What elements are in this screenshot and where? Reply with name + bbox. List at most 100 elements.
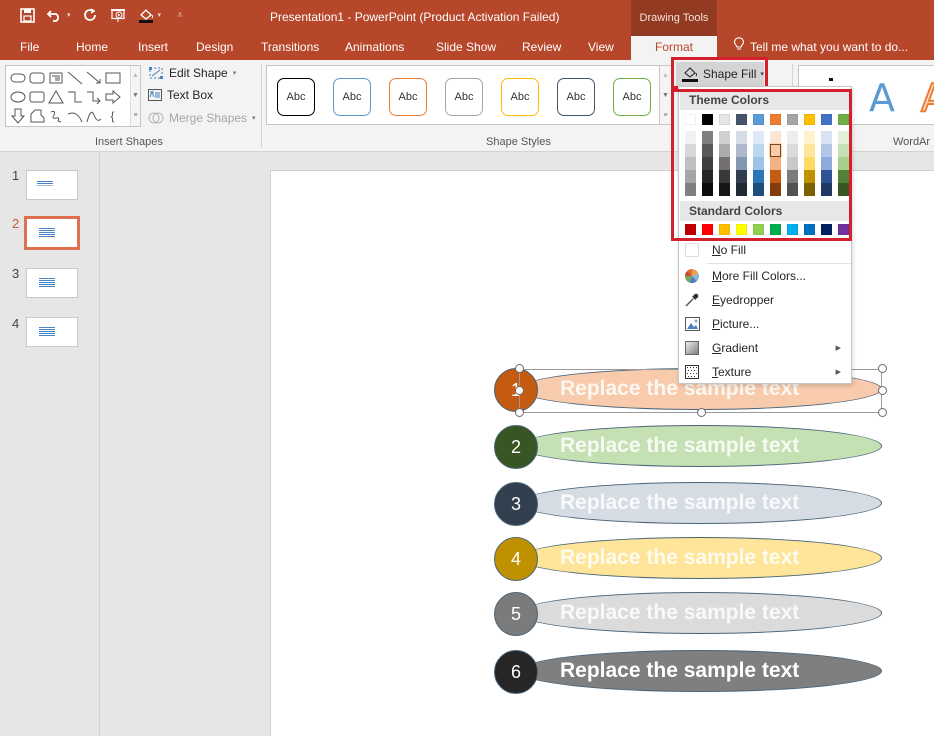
shape-brace-icon[interactable]: { (103, 106, 122, 125)
shape-oval-icon[interactable] (8, 87, 27, 106)
number-circle[interactable]: 6 (494, 650, 538, 694)
slide-thumbnail-2[interactable] (24, 216, 80, 250)
slideshow-from-beginning-icon[interactable] (109, 6, 127, 24)
text-box-button[interactable]: Text Box (148, 88, 213, 102)
shape-right-arrow-icon[interactable] (103, 87, 122, 106)
wordart-style-blue[interactable]: A (869, 76, 895, 120)
menu-item-picture[interactable]: Picture... (679, 312, 851, 336)
shape-fill-dropdown-icon[interactable]: ▾ (158, 11, 162, 19)
menu-item-texture[interactable]: Texture ▶ (679, 360, 851, 384)
tab-slide-show[interactable]: Slide Show (436, 36, 496, 60)
shape-line-icon[interactable] (65, 68, 84, 87)
shape-elbow-arrow-icon[interactable] (84, 87, 103, 106)
gallery-more-icon[interactable]: ≡ (660, 106, 671, 126)
merge-shapes-button[interactable]: Merge Shapes ▾ (148, 111, 256, 125)
tab-review[interactable]: Review (522, 36, 561, 60)
shape-freeform-icon[interactable] (27, 106, 46, 125)
shape-style-blue[interactable]: Abc (333, 78, 371, 116)
menu-item-more-fill-colors[interactable]: More Fill Colors... (679, 264, 851, 288)
shape-text-box-icon[interactable] (46, 68, 65, 87)
tab-design[interactable]: Design (196, 36, 233, 60)
menu-item-gradient[interactable]: Gradient ▶ (679, 336, 851, 360)
scroll-down-icon[interactable]: ▼ (660, 86, 671, 106)
tab-view[interactable]: View (588, 36, 614, 60)
wordart-style-orange[interactable]: A (920, 75, 934, 121)
tell-me-box[interactable]: Tell me what you want to do... (734, 36, 908, 58)
edit-shape-label: Edit Shape (169, 66, 228, 80)
shape-rounded-rectangle-icon[interactable] (27, 68, 46, 87)
slide-thumbnail-1[interactable] (26, 170, 78, 200)
shape-scribble-icon[interactable] (46, 106, 65, 125)
shape-arrow-line-icon[interactable] (84, 68, 103, 87)
tab-file[interactable]: File (20, 36, 39, 60)
item-text[interactable]: Replace the sample text (560, 650, 799, 692)
resize-handle[interactable] (878, 408, 887, 417)
shape-style-blue-gray[interactable]: Abc (557, 78, 595, 116)
undo-icon[interactable] (46, 6, 64, 24)
no-fill-icon (684, 242, 700, 258)
submenu-arrow-icon: ▶ (835, 345, 841, 352)
shape-rectangle-icon[interactable] (103, 68, 122, 87)
item-text[interactable]: Replace the sample text (560, 482, 799, 524)
insert-shapes-group-label: Insert Shapes (95, 136, 163, 148)
number-circle[interactable]: 5 (494, 592, 538, 636)
tab-insert[interactable]: Insert (138, 36, 168, 60)
numbered-list-item[interactable]: Replace the sample text 5 (494, 592, 884, 636)
scroll-down-icon[interactable]: ▼ (131, 86, 140, 106)
slide-number: 3 (12, 266, 20, 281)
shape-styles-gallery: Abc Abc Abc Abc Abc Abc Abc (266, 65, 660, 125)
shape-style-gold[interactable]: Abc (501, 78, 539, 116)
shape-down-arrow-icon[interactable] (8, 106, 27, 125)
shape-style-gray[interactable]: Abc (445, 78, 483, 116)
item-text[interactable]: Replace the sample text (560, 537, 799, 579)
menu-item-eyedropper[interactable]: Eyedropper (679, 288, 851, 312)
item-text[interactable]: Replace the sample text (560, 592, 799, 634)
resize-handle[interactable] (515, 408, 524, 417)
resize-handle[interactable] (515, 364, 524, 373)
shape-triangle-icon[interactable] (46, 87, 65, 106)
edit-shape-button[interactable]: Edit Shape ▾ (148, 66, 236, 80)
shape-curve-icon[interactable] (84, 106, 103, 125)
resize-handle[interactable] (878, 364, 887, 373)
numbered-list-item[interactable]: Replace the sample text 4 (494, 537, 884, 581)
number-circle[interactable]: 2 (494, 425, 538, 469)
resize-handle[interactable] (697, 408, 706, 417)
shape-rect2-icon[interactable] (27, 87, 46, 106)
text-box-label: Text Box (167, 88, 214, 102)
menu-item-no-fill[interactable]: No Fill (679, 238, 851, 262)
shape-fill-icon[interactable] (137, 6, 155, 24)
numbered-list-item[interactable]: Replace the sample text 2 (494, 425, 884, 469)
shapes-gallery-scrollbar[interactable]: ▲ ▼ ≡ (130, 66, 140, 126)
picture-icon (684, 316, 700, 332)
shape-style-orange[interactable]: Abc (389, 78, 427, 116)
submenu-arrow-icon: ▶ (835, 369, 841, 376)
number-circle[interactable]: 3 (494, 482, 538, 526)
number-circle[interactable]: 4 (494, 537, 538, 581)
lightbulb-icon (734, 36, 744, 58)
resize-handle[interactable] (515, 386, 524, 395)
slide-thumbnail-3[interactable] (26, 268, 78, 298)
customize-qat-icon[interactable]: ⩡ (171, 6, 189, 24)
slide-thumbnail-4[interactable] (26, 317, 78, 347)
redo-icon[interactable] (81, 6, 99, 24)
scroll-up-icon[interactable]: ▲ (660, 66, 671, 86)
shape-elbow-connector-icon[interactable] (65, 87, 84, 106)
shape-style-green[interactable]: Abc (613, 78, 651, 116)
gallery-more-icon[interactable]: ≡ (131, 106, 140, 126)
item-text[interactable]: Replace the sample text (560, 425, 799, 467)
shape-style-black[interactable]: Abc (277, 78, 315, 116)
wordart-group-label: WordAr (893, 136, 931, 148)
undo-dropdown-icon[interactable]: ▾ (67, 11, 71, 19)
eyedropper-label: Eyedropper (712, 293, 775, 307)
resize-handle[interactable] (878, 386, 887, 395)
save-icon[interactable] (18, 6, 36, 24)
numbered-list-item[interactable]: Replace the sample text 3 (494, 482, 884, 526)
tab-transitions[interactable]: Transitions (261, 36, 319, 60)
shape-arc-icon[interactable] (65, 106, 84, 125)
scroll-up-icon[interactable]: ▲ (131, 66, 140, 86)
numbered-list-item[interactable]: Replace the sample text 6 (494, 650, 884, 694)
tab-home[interactable]: Home (76, 36, 108, 60)
slide-number: 4 (12, 316, 20, 331)
tab-animations[interactable]: Animations (345, 36, 404, 60)
shape-rounded-rect-icon[interactable] (8, 68, 27, 87)
